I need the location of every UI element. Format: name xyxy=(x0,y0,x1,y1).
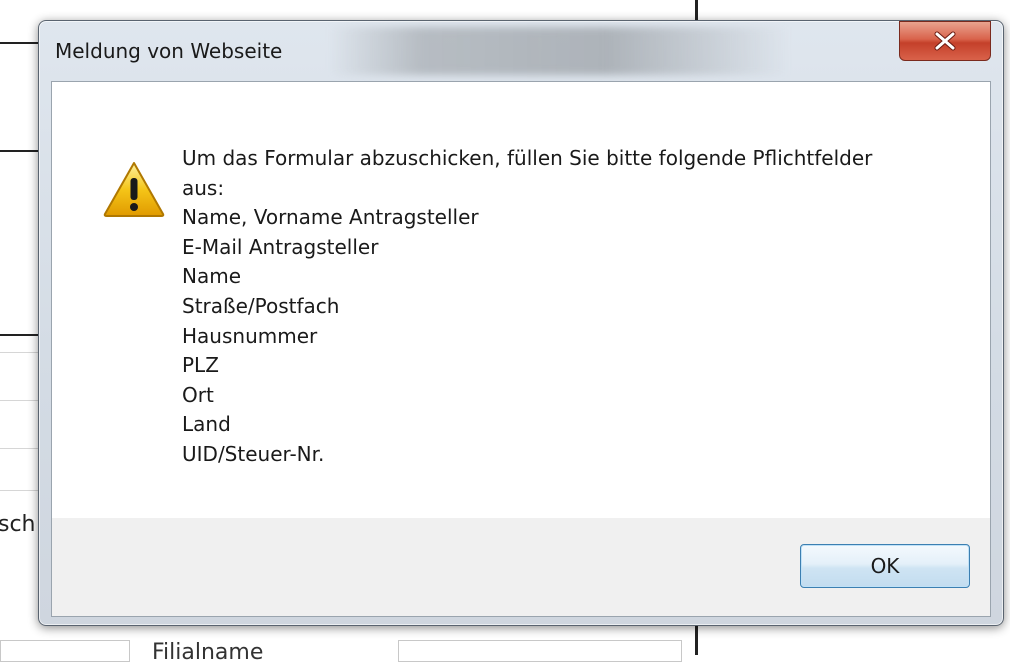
background-row-line xyxy=(0,352,40,353)
dialog-footer: OK xyxy=(52,518,990,616)
message-line: Hausnummer xyxy=(182,323,318,348)
background-divider-horizontal xyxy=(0,334,40,336)
background-input-field xyxy=(398,640,682,662)
background-divider-horizontal xyxy=(0,150,40,152)
dialog-content: Um das Formular abzuschicken, füllen Sie… xyxy=(51,81,991,617)
background-partial-text: sch xyxy=(0,512,36,537)
message-line: aus: xyxy=(182,175,225,200)
message-line: Um das Formular abzuschicken, füllen Sie… xyxy=(182,146,873,170)
message-line: PLZ xyxy=(182,353,219,378)
warning-icon xyxy=(103,162,165,217)
titlebar-blur xyxy=(329,27,789,75)
message-line: Ort xyxy=(182,382,214,407)
message-text: Um das Formular abzuschicken, füllen Sie… xyxy=(182,144,942,470)
message-line: Land xyxy=(182,412,231,437)
message-line: Straße/Postfach xyxy=(182,293,340,318)
background-row-line xyxy=(0,400,40,401)
message-line: E-Mail Antragsteller xyxy=(182,234,379,259)
background-field-label: Filialname xyxy=(152,640,264,665)
background-divider-horizontal xyxy=(0,42,40,44)
dialog-title: Meldung von Webseite xyxy=(55,39,283,63)
background-input-field xyxy=(0,640,130,662)
close-icon xyxy=(934,31,956,51)
message-line: Name, Vorname Antragsteller xyxy=(182,205,479,230)
message-line: Name xyxy=(182,264,242,289)
close-button[interactable] xyxy=(899,21,991,61)
background-row-line xyxy=(0,448,40,449)
alert-dialog: Meldung von Webseite Um das Formular abz… xyxy=(38,20,1004,626)
message-line: UID/Steuer-Nr. xyxy=(182,441,325,466)
ok-button[interactable]: OK xyxy=(800,544,970,588)
background-row-line xyxy=(0,490,40,491)
